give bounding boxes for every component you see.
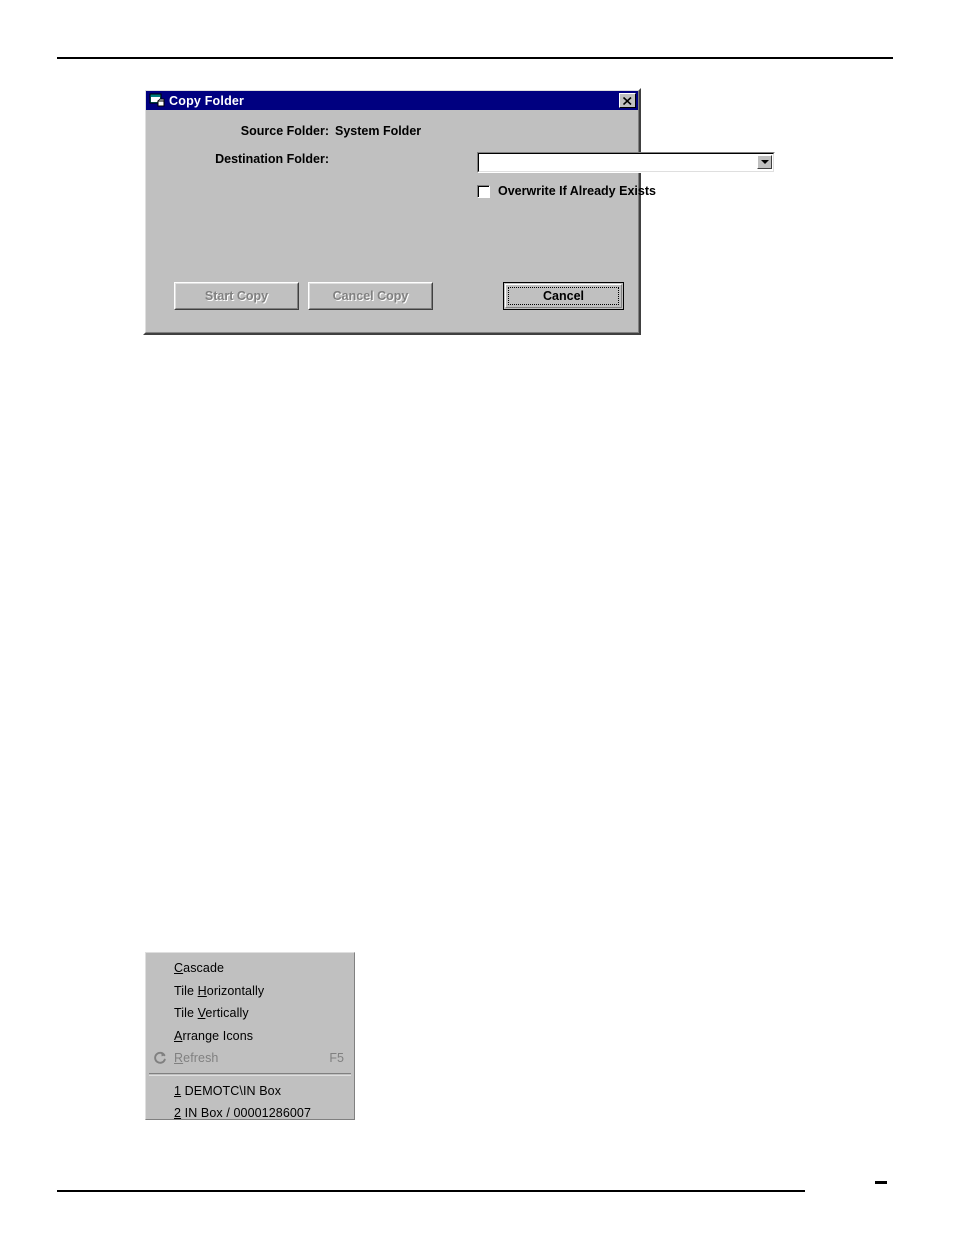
menu-item-refresh-label: Refresh xyxy=(174,1051,219,1066)
close-icon[interactable] xyxy=(619,93,636,108)
destination-folder-combobox[interactable] xyxy=(477,152,775,173)
chevron-down-icon[interactable] xyxy=(757,155,772,169)
dialog-title: Copy Folder xyxy=(169,93,245,108)
vb-form-folder-icon xyxy=(149,93,165,108)
menu-item-tile-vertically[interactable]: Tile Vertically xyxy=(146,1002,354,1025)
destination-folder-label: Destination Folder: xyxy=(215,152,329,166)
cancel-button[interactable]: Cancel xyxy=(503,282,624,310)
page-footer-mark xyxy=(875,1181,887,1184)
menu-item-cascade[interactable]: Cascade xyxy=(146,957,354,980)
menu-item-window-2-label: 2 IN Box / 00001286007 xyxy=(174,1106,312,1121)
menu-item-arrange-icons[interactable]: Arrange Icons xyxy=(146,1025,354,1048)
source-folder-value: System Folder xyxy=(335,124,422,138)
menu-item-tile-vertically-label: Tile Vertically xyxy=(174,1006,249,1021)
start-copy-button[interactable]: Start Copy xyxy=(174,282,299,310)
menu-item-arrange-icons-label: Arrange Icons xyxy=(174,1028,254,1043)
menu-item-window-2[interactable]: 2 IN Box / 00001286007 xyxy=(146,1102,354,1125)
cancel-copy-button[interactable]: Cancel Copy xyxy=(308,282,433,310)
cancel-copy-button-label: Cancel Copy xyxy=(332,289,409,303)
menu-item-refresh-accel: F5 xyxy=(329,1051,344,1066)
menu-item-cascade-label: Cascade xyxy=(174,961,225,976)
source-folder-label: Source Folder: xyxy=(240,124,329,138)
overwrite-checkbox-label: Overwrite If Already Exists xyxy=(498,184,656,198)
destination-folder-input[interactable] xyxy=(481,155,752,169)
menu-item-tile-horizontally[interactable]: Tile Horizontally xyxy=(146,980,354,1003)
start-copy-button-label: Start Copy xyxy=(204,289,269,303)
menu-item-window-1[interactable]: 1 DEMOTC\IN Box xyxy=(146,1080,354,1103)
menu-item-refresh[interactable]: Refresh F5 xyxy=(146,1047,354,1070)
dialog-titlebar[interactable]: Copy Folder xyxy=(146,91,638,110)
menu-item-tile-horizontally-label: Tile Horizontally xyxy=(174,983,265,998)
overwrite-checkbox-row[interactable]: Overwrite If Already Exists xyxy=(477,184,656,198)
copy-folder-dialog: Copy Folder Source Folder: System Folder… xyxy=(143,88,775,335)
menu-separator xyxy=(149,1072,351,1076)
cancel-button-label: Cancel xyxy=(543,289,584,303)
overwrite-checkbox[interactable] xyxy=(477,184,490,198)
page-header-rule xyxy=(57,57,893,59)
page-footer-rule xyxy=(57,1190,805,1192)
window-context-menu: Cascade Tile Horizontally Tile Verticall… xyxy=(145,952,355,1120)
source-folder-row: Source Folder: System Folder xyxy=(145,124,625,138)
menu-item-window-1-label: 1 DEMOTC\IN Box xyxy=(174,1083,282,1098)
refresh-icon xyxy=(152,1050,168,1066)
